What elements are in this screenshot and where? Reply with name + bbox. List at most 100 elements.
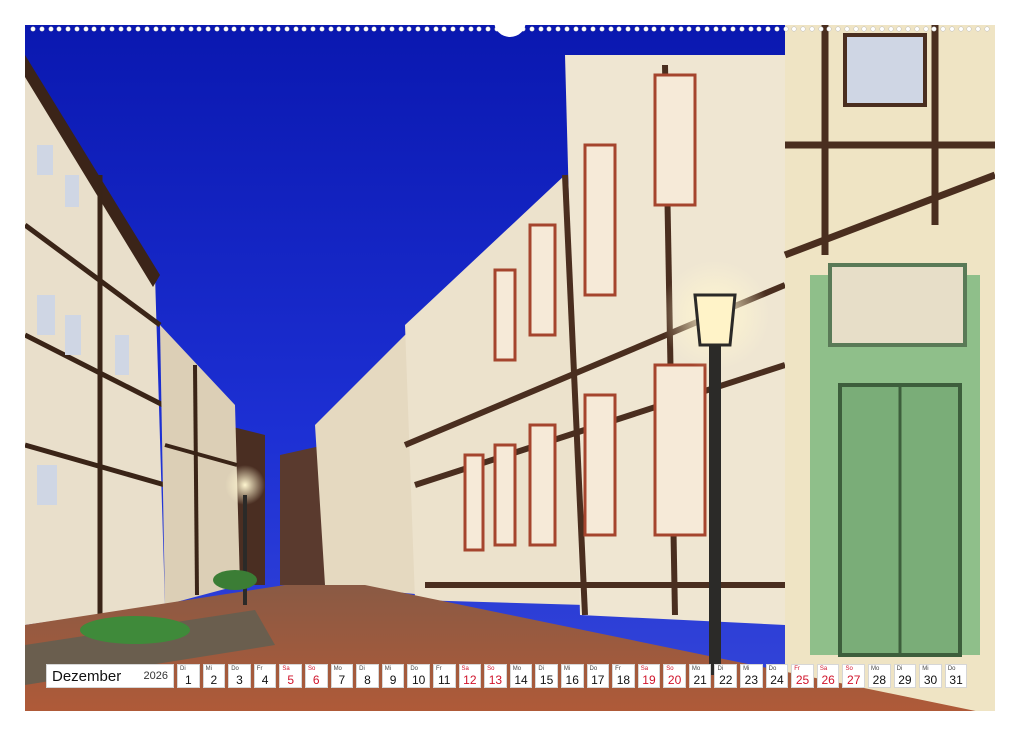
day-number: 30 [923,673,938,687]
day-number: 6 [312,673,320,687]
weekday-label: Di [717,666,724,672]
day-cell: Mi 23 [740,664,763,688]
weekday-label: So [307,666,316,672]
weekday-label: Fr [256,666,263,672]
day-cell: Di 8 [356,664,379,688]
weekday-label: Mi [743,666,750,672]
day-cell: Sa 5 [279,664,302,688]
day-cell: Fr 4 [253,664,277,688]
day-number: 16 [565,673,579,687]
weekday-label: Do [947,666,956,672]
day-cell: Mo 14 [509,664,533,688]
weekday-label: Sa [282,666,290,672]
street-scene-illustration [25,25,995,711]
day-number: 20 [667,673,682,687]
day-cell: Fr 25 [791,664,814,688]
day-number: 24 [770,673,784,687]
day-number: 8 [364,673,371,687]
day-number: 28 [872,673,886,687]
day-number: 11 [438,673,451,687]
day-cell: Di 1 [177,664,200,688]
weekday-label: Sa [640,666,649,672]
day-number: 25 [795,673,810,687]
month-name: Dezember [52,667,122,685]
month-calendar-strip: Dezember 2026 Di 1 Mi 2 Do 3 Fr 4 Sa 5 So 6 Mo 7 Di 8 Mi… [46,664,968,688]
day-cell: Mo 28 [868,664,891,688]
day-cell: Di 22 [714,664,738,688]
day-cell: Mo 7 [330,664,354,688]
day-cell: Do 24 [765,664,789,688]
day-number: 3 [236,673,243,687]
day-cell: Do 10 [407,664,430,688]
day-cell: Mi 9 [381,664,405,688]
weekday-label: Fr [435,666,442,672]
day-number: 7 [338,673,346,687]
day-number: 31 [949,673,963,687]
day-number: 10 [411,673,426,687]
weekday-label: Do [768,666,777,672]
weekday-label: Do [231,666,239,672]
weekday-label: Di [538,666,544,672]
weekday-label: Fr [615,666,621,672]
day-cell: Do 17 [586,664,610,688]
day-cell: So 13 [484,664,507,688]
day-cell: So 27 [842,664,866,688]
day-number: 14 [514,673,528,687]
weekday-label: Di [896,666,903,672]
day-number: 26 [821,673,835,687]
day-number: 1 [184,673,192,687]
day-number: 5 [287,673,295,687]
day-number: 15 [539,673,554,687]
day-number: 13 [488,673,503,687]
day-number: 19 [642,673,656,687]
weekday-label: Mo [333,666,342,672]
day-cell: Mi 30 [919,664,942,688]
day-number: 23 [744,673,759,687]
day-cell: Mi 16 [560,664,584,688]
weekday-label: So [845,666,853,672]
day-cell: Fr 18 [612,664,635,688]
year: 2026 [143,670,168,682]
day-cell: Di 29 [893,664,917,688]
weekday-label: Do [589,666,598,672]
day-number: 18 [616,673,631,687]
weekday-label: Mi [384,666,392,672]
day-cell: Do 3 [228,664,251,688]
weekday-label: So [666,666,674,672]
day-number: 22 [719,673,733,687]
day-number: 27 [847,673,861,687]
day-cell: Mo 21 [688,664,712,688]
day-cell: Sa 19 [637,664,661,688]
weekday-label: Mo [512,666,522,672]
day-cell: Sa 12 [458,664,482,688]
day-cell: Do 31 [944,664,968,688]
day-cell: Sa 26 [816,664,840,688]
day-number: 29 [898,673,912,687]
photo-half-timbered-street [25,25,995,711]
day-cells: Di 1 Mi 2 Do 3 Fr 4 Sa 5 So 6 Mo 7 Di 8 Mi 9 Do 10 Fr 11 Sa 12 S… [177,664,968,688]
day-number: 21 [693,673,707,687]
day-cell: Di 15 [535,664,558,688]
day-cell: So 20 [663,664,686,688]
day-cell: Fr 11 [432,664,456,688]
weekday-label: Sa [819,666,828,672]
day-number: 4 [261,673,269,687]
weekday-label: Fr [794,666,800,672]
weekday-label: Do [410,666,419,672]
day-cell: Mi 2 [202,664,226,688]
weekday-label: So [487,666,495,672]
weekday-label: Mi [205,666,212,672]
day-cell: So 6 [304,664,328,688]
weekday-label: Sa [461,666,469,672]
weekday-label: Di [359,666,365,672]
calendar-page: Dezember 2026 Di 1 Mi 2 Do 3 Fr 4 Sa 5 So 6 Mo 7 Di 8 Mi… [0,0,1020,735]
day-number: 17 [591,673,605,687]
weekday-label: Mi [563,666,571,672]
day-number: 12 [463,673,477,687]
weekday-label: Mo [871,666,880,672]
weekday-label: Mi [922,666,929,672]
month-label-box: Dezember 2026 [46,664,174,688]
day-number: 9 [389,673,397,687]
day-number: 2 [210,673,218,687]
weekday-label: Mo [691,666,701,672]
